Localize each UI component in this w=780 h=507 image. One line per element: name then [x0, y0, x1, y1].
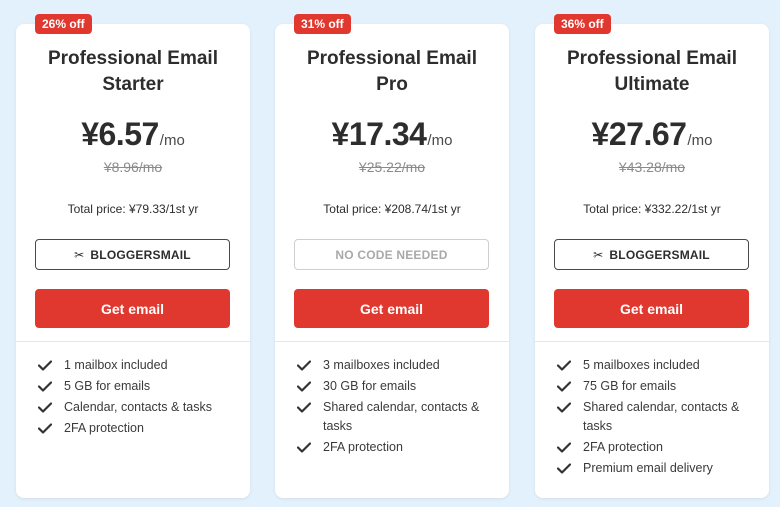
feature-text: 2FA protection: [583, 440, 663, 454]
plan-title: Professional Email Ultimate: [566, 48, 737, 95]
price-amount: ¥17.34: [331, 116, 427, 152]
checkmark-icon: [557, 377, 571, 396]
plan-card-pro: 31% off Professional Email Pro ¥17.34/mo…: [275, 14, 509, 498]
feature-text: 3 mailboxes included: [323, 358, 440, 372]
checkmark-icon: [557, 398, 571, 417]
plan-price: ¥17.34/mo: [275, 116, 509, 153]
discount-badge: 26% off: [35, 14, 92, 34]
scissors-icon: ✂: [593, 247, 604, 262]
feature-item: Shared calendar, contacts & tasks: [557, 398, 759, 436]
plan-title: Professional Email Starter: [47, 48, 218, 95]
checkmark-icon: [297, 438, 311, 457]
checkmark-icon: [38, 398, 52, 417]
total-price: Total price: ¥79.33/1st yr: [67, 202, 199, 216]
feature-item: 2FA protection: [38, 419, 240, 438]
feature-text: Shared calendar, contacts & tasks: [323, 400, 480, 433]
coupon-code-button[interactable]: ✂ BLOGGERSMAIL: [35, 239, 230, 270]
price-period: /mo: [159, 132, 185, 149]
price-amount: ¥6.57: [81, 116, 159, 152]
divider: [16, 341, 250, 342]
plan-title: Professional Email Pro: [306, 48, 477, 95]
coupon-label: BLOGGERSMAIL: [90, 247, 191, 262]
no-code-needed-button: NO CODE NEEDED: [294, 239, 489, 270]
checkmark-icon: [557, 438, 571, 457]
feature-item: 1 mailbox included: [38, 356, 240, 375]
feature-text: Premium email delivery: [583, 461, 713, 475]
feature-text: 75 GB for emails: [583, 379, 677, 393]
plan-price: ¥27.67/mo: [535, 116, 769, 153]
feature-item: Premium email delivery: [557, 459, 759, 478]
coupon-label: NO CODE NEEDED: [335, 247, 448, 262]
coupon-label: BLOGGERSMAIL: [609, 247, 710, 262]
feature-list: 5 mailboxes included 75 GB for emails Sh…: [557, 356, 759, 480]
price-period: /mo: [427, 132, 453, 149]
feature-item: 2FA protection: [297, 438, 499, 457]
feature-item: 75 GB for emails: [557, 377, 759, 396]
checkmark-icon: [297, 398, 311, 417]
plan-price: ¥6.57/mo: [16, 116, 250, 153]
feature-text: 5 GB for emails: [64, 379, 151, 393]
price-amount: ¥27.67: [591, 116, 687, 152]
coupon-code-button[interactable]: ✂ BLOGGERSMAIL: [554, 239, 749, 270]
scissors-icon: ✂: [74, 247, 85, 262]
divider: [535, 341, 769, 342]
checkmark-icon: [38, 377, 52, 396]
plan-card-ultimate: 36% off Professional Email Ultimate ¥27.…: [535, 14, 769, 498]
plan-card-starter: 26% off Professional Email Starter ¥6.57…: [16, 14, 250, 498]
feature-text: 2FA protection: [64, 421, 144, 435]
get-email-button[interactable]: Get email: [554, 289, 749, 328]
checkmark-icon: [557, 459, 571, 478]
get-email-button[interactable]: Get email: [35, 289, 230, 328]
feature-list: 1 mailbox included 5 GB for emails Calen…: [38, 356, 240, 440]
feature-item: 3 mailboxes included: [297, 356, 499, 375]
checkmark-icon: [297, 377, 311, 396]
feature-text: 30 GB for emails: [323, 379, 417, 393]
feature-item: 2FA protection: [557, 438, 759, 457]
discount-badge: 36% off: [554, 14, 611, 34]
old-price: ¥8.96/mo: [103, 159, 163, 175]
old-price: ¥25.22/mo: [358, 159, 426, 175]
feature-item: Shared calendar, contacts & tasks: [297, 398, 499, 436]
feature-item: 30 GB for emails: [297, 377, 499, 396]
checkmark-icon: [38, 356, 52, 375]
feature-text: 2FA protection: [323, 440, 403, 454]
price-period: /mo: [687, 132, 713, 149]
get-email-button[interactable]: Get email: [294, 289, 489, 328]
feature-text: 5 mailboxes included: [583, 358, 700, 372]
feature-item: 5 mailboxes included: [557, 356, 759, 375]
feature-item: Calendar, contacts & tasks: [38, 398, 240, 417]
feature-text: Calendar, contacts & tasks: [64, 400, 212, 414]
checkmark-icon: [557, 356, 571, 375]
checkmark-icon: [297, 356, 311, 375]
old-price: ¥43.28/mo: [618, 159, 686, 175]
discount-badge: 31% off: [294, 14, 351, 34]
feature-text: Shared calendar, contacts & tasks: [583, 400, 740, 433]
feature-text: 1 mailbox included: [64, 358, 168, 372]
total-price: Total price: ¥208.74/1st yr: [323, 202, 461, 216]
feature-item: 5 GB for emails: [38, 377, 240, 396]
feature-list: 3 mailboxes included 30 GB for emails Sh…: [297, 356, 499, 459]
checkmark-icon: [38, 419, 52, 438]
divider: [275, 341, 509, 342]
total-price: Total price: ¥332.22/1st yr: [583, 202, 721, 216]
